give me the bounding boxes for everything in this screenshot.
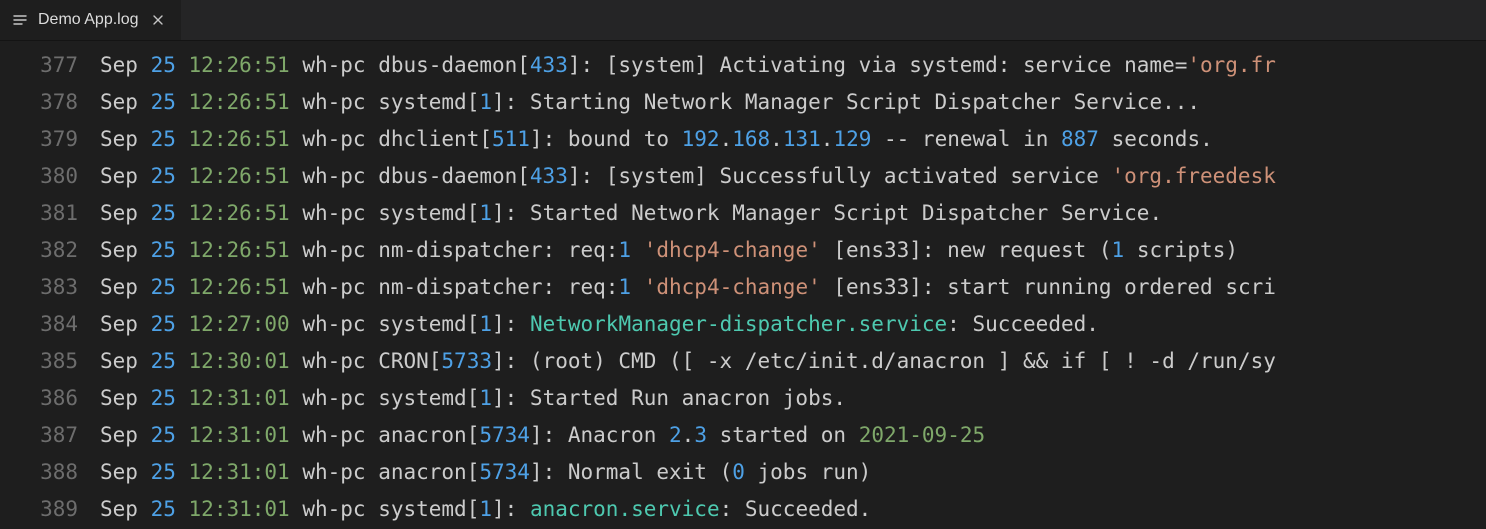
line-number: 378: [0, 84, 100, 121]
line-content: Sep 25 12:26:51 wh-pc dbus-daemon[433]: …: [100, 47, 1276, 84]
close-icon[interactable]: [149, 11, 167, 29]
editor-line[interactable]: 388Sep 25 12:31:01 wh-pc anacron[5734]: …: [0, 454, 1486, 491]
line-content: Sep 25 12:26:51 wh-pc dbus-daemon[433]: …: [100, 158, 1276, 195]
editor-line[interactable]: 389Sep 25 12:31:01 wh-pc systemd[1]: ana…: [0, 491, 1486, 528]
editor-line[interactable]: 379Sep 25 12:26:51 wh-pc dhclient[511]: …: [0, 121, 1486, 158]
line-number: 382: [0, 232, 100, 269]
line-number: 387: [0, 417, 100, 454]
editor-line[interactable]: 383Sep 25 12:26:51 wh-pc nm-dispatcher: …: [0, 269, 1486, 306]
editor-line[interactable]: 380Sep 25 12:26:51 wh-pc dbus-daemon[433…: [0, 158, 1486, 195]
line-number: 385: [0, 343, 100, 380]
line-content: Sep 25 12:31:01 wh-pc systemd[1]: Starte…: [100, 380, 846, 417]
line-content: Sep 25 12:26:51 wh-pc systemd[1]: Starti…: [100, 84, 1200, 121]
tab-title: Demo App.log: [38, 11, 139, 29]
line-content: Sep 25 12:26:51 wh-pc dhclient[511]: bou…: [100, 121, 1213, 158]
line-number: 383: [0, 269, 100, 306]
tab-demo-app-log[interactable]: Demo App.log: [0, 0, 182, 40]
line-number: 386: [0, 380, 100, 417]
line-content: Sep 25 12:26:51 wh-pc systemd[1]: Starte…: [100, 195, 1162, 232]
line-content: Sep 25 12:26:51 wh-pc nm-dispatcher: req…: [100, 232, 1238, 269]
line-number: 380: [0, 158, 100, 195]
line-number: 389: [0, 491, 100, 528]
line-number: 379: [0, 121, 100, 158]
line-content: Sep 25 12:26:51 wh-pc nm-dispatcher: req…: [100, 269, 1276, 306]
line-number: 384: [0, 306, 100, 343]
line-number: 381: [0, 195, 100, 232]
editor-line[interactable]: 387Sep 25 12:31:01 wh-pc anacron[5734]: …: [0, 417, 1486, 454]
editor-line[interactable]: 377Sep 25 12:26:51 wh-pc dbus-daemon[433…: [0, 47, 1486, 84]
editor-viewport[interactable]: 377Sep 25 12:26:51 wh-pc dbus-daemon[433…: [0, 41, 1486, 529]
line-content: Sep 25 12:30:01 wh-pc CRON[5733]: (root)…: [100, 343, 1276, 380]
editor-line[interactable]: 378Sep 25 12:26:51 wh-pc systemd[1]: Sta…: [0, 84, 1486, 121]
line-content: Sep 25 12:31:01 wh-pc anacron[5734]: Ana…: [100, 417, 985, 454]
editor-line[interactable]: 385Sep 25 12:30:01 wh-pc CRON[5733]: (ro…: [0, 343, 1486, 380]
editor-line[interactable]: 384Sep 25 12:27:00 wh-pc systemd[1]: Net…: [0, 306, 1486, 343]
line-number: 388: [0, 454, 100, 491]
line-number: 377: [0, 47, 100, 84]
line-content: Sep 25 12:31:01 wh-pc systemd[1]: anacro…: [100, 491, 871, 528]
editor-line[interactable]: 386Sep 25 12:31:01 wh-pc systemd[1]: Sta…: [0, 380, 1486, 417]
editor-line[interactable]: 381Sep 25 12:26:51 wh-pc systemd[1]: Sta…: [0, 195, 1486, 232]
line-content: Sep 25 12:27:00 wh-pc systemd[1]: Networ…: [100, 306, 1099, 343]
file-icon: [12, 12, 28, 28]
editor-line[interactable]: 382Sep 25 12:26:51 wh-pc nm-dispatcher: …: [0, 232, 1486, 269]
line-content: Sep 25 12:31:01 wh-pc anacron[5734]: Nor…: [100, 454, 871, 491]
tab-bar: Demo App.log: [0, 0, 1486, 41]
